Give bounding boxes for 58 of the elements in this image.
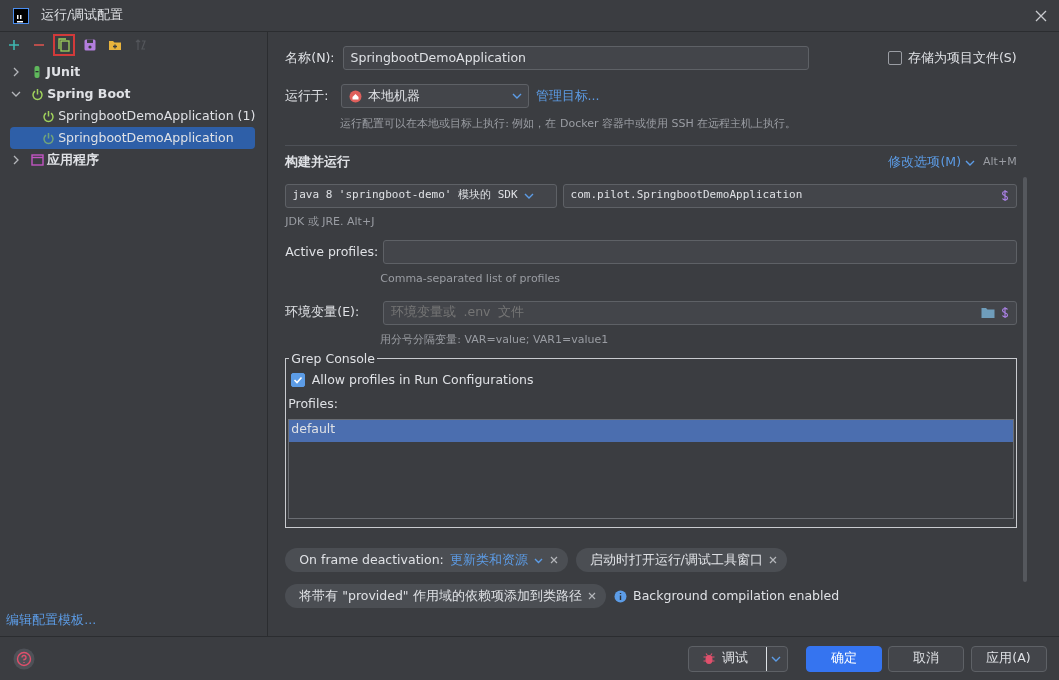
close-icon[interactable] (587, 592, 596, 600)
close-icon[interactable] (549, 556, 558, 564)
folder-icon[interactable] (981, 306, 996, 319)
section-title: 构建并运行 (285, 153, 351, 172)
field-label: 环境变量(E): (285, 303, 361, 322)
info-text: Background compilation enabled (633, 586, 840, 605)
close-icon[interactable] (1034, 9, 1047, 22)
group-title: Grep Console (289, 350, 378, 369)
hint-text: JDK 或 JRE. Alt+J (285, 213, 376, 230)
info-icon (613, 589, 627, 603)
modify-options-link[interactable]: 修改选项(M) (888, 153, 961, 172)
power-icon (42, 131, 55, 145)
check-icon (293, 375, 304, 386)
manage-targets-link[interactable]: 管理目标... (535, 86, 600, 106)
power-icon (31, 87, 45, 101)
dialog-button[interactable]: 取消 (888, 645, 965, 672)
window-icon (31, 154, 45, 167)
window-title: 运行/调试配置 (41, 6, 124, 25)
target-dropdown[interactable]: 本地机器 (341, 84, 530, 108)
bug-icon (703, 652, 716, 665)
option-chip[interactable]: 启动时打开运行/调试工具窗口 (575, 548, 787, 572)
chevron-down-icon (512, 91, 522, 101)
ok-button[interactable]: 确定 (806, 645, 882, 672)
copy-icon[interactable] (53, 34, 76, 56)
profiles-field[interactable] (383, 240, 1017, 264)
option-chip[interactable]: 将带有 "provided" 作用域的依赖项添加到类路径 (285, 584, 606, 608)
tree-item[interactable]: JUnit (10, 61, 256, 84)
tree-item[interactable]: SpringbootDemoApplication (10, 127, 256, 150)
main-class-field[interactable]: com.pilot.SpringbootDemoApplication (563, 183, 1017, 208)
sdk-dropdown[interactable]: java 8 'springboot-demo' 模块的 SDK (285, 183, 558, 208)
tree-item[interactable]: Spring Boot (10, 83, 256, 106)
checkbox-label: 存储为项目文件(S) (907, 48, 1017, 67)
checkbox[interactable] (887, 51, 902, 65)
scrollbar[interactable] (1022, 177, 1027, 582)
field-label: Active profiles: (285, 242, 380, 261)
field-label: Profiles: (288, 394, 339, 413)
close-icon[interactable] (769, 556, 777, 564)
dollar-icon[interactable] (1001, 189, 1010, 202)
help-icon[interactable] (12, 647, 35, 670)
hint-text: Comma-separated list of profiles (380, 271, 562, 287)
shortcut-text: Alt+M (983, 154, 1017, 171)
field-label: 名称(N): (285, 48, 336, 67)
checkbox-label: Allow profiles in Run Configurations (311, 371, 534, 389)
name-field[interactable]: SpringbootDemoApplication (343, 46, 810, 70)
tree-item[interactable]: 应用程序 (10, 149, 256, 172)
list-item[interactable]: default (289, 419, 1013, 442)
power-icon (42, 109, 55, 123)
dollar-icon[interactable] (1001, 306, 1010, 319)
hint-text: 运行配置可以在本地或目标上执行: 例如，在 Docker 容器中或使用 SSH 在远程主机上执行。 (340, 116, 798, 132)
tree-item[interactable]: SpringbootDemoApplication (1) (10, 105, 256, 128)
debug-button[interactable]: 调试 (688, 645, 788, 672)
home-icon (348, 89, 362, 103)
checkbox[interactable] (291, 373, 306, 388)
field-label: 运行于: (285, 86, 330, 105)
dialog-button[interactable]: 应用(A) (970, 645, 1047, 672)
option-chip[interactable]: On frame deactivation: 更新类和资源 (285, 548, 568, 572)
edit-templates-link[interactable]: 编辑配置模板... (6, 612, 97, 627)
hint-text: 用分号分隔变量: VAR=value; VAR1=value1 (380, 331, 610, 348)
